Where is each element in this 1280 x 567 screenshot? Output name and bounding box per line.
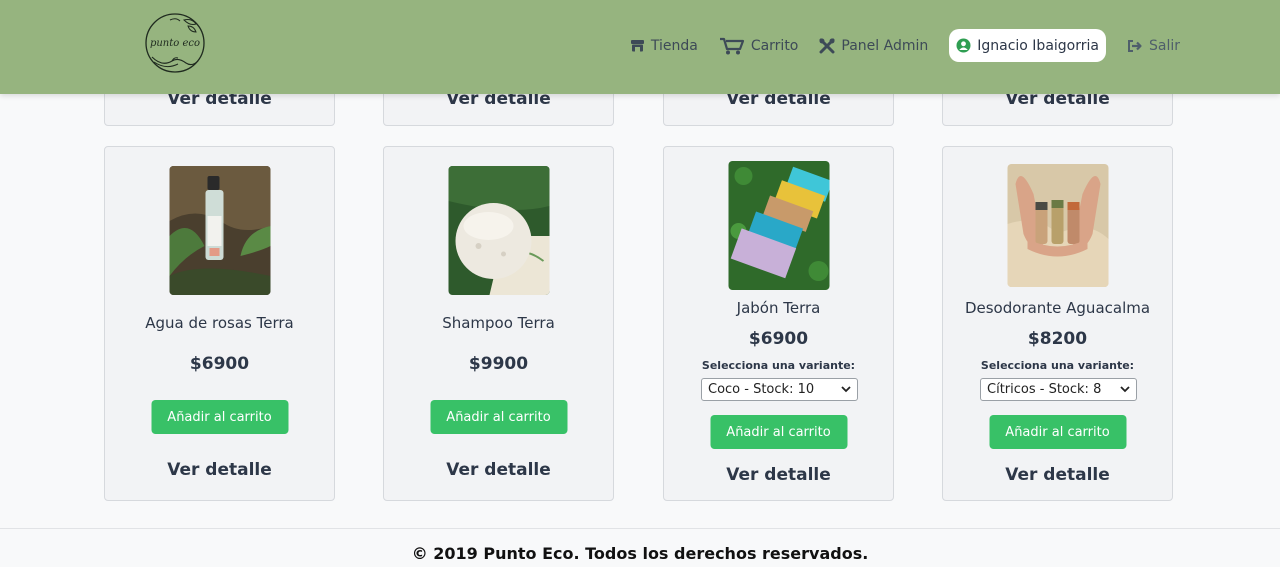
store-icon	[630, 39, 645, 52]
add-to-cart-button[interactable]: Añadir al carrito	[151, 400, 288, 434]
nav-user-profile[interactable]: Ignacio Ibaigorria	[949, 29, 1106, 62]
view-detail-link[interactable]: Ver detalle	[384, 460, 613, 480]
variant-label: Selecciona una variante:	[701, 359, 856, 372]
product-price: $8200	[1027, 329, 1088, 349]
variant-label: Selecciona una variante:	[980, 359, 1135, 372]
add-to-cart-button[interactable]: Añadir al carrito	[430, 400, 567, 434]
nav-shop[interactable]: Tienda	[630, 38, 698, 54]
product-card-deodorant: Desodorante Aguacalma $8200 Selecciona u…	[942, 146, 1173, 501]
view-detail-link[interactable]: Ver detalle	[664, 465, 893, 485]
top-navbar: punto eco Tienda Carrito Panel Admin Ign…	[0, 0, 1280, 94]
tools-icon	[819, 38, 835, 54]
chevron-down-icon	[841, 383, 851, 399]
product-image[interactable]	[169, 166, 270, 295]
product-name: Shampoo Terra	[442, 314, 555, 332]
product-name: Jabón Terra	[736, 299, 821, 317]
product-image[interactable]	[448, 166, 549, 295]
variant-selected-value: Cítricos - Stock: 8	[987, 382, 1102, 397]
product-name: Desodorante Aguacalma	[964, 299, 1151, 317]
add-to-cart-button[interactable]: Añadir al carrito	[710, 415, 847, 449]
product-name: Agua de rosas Terra	[145, 314, 294, 332]
footer-divider	[0, 528, 1280, 529]
view-detail-link[interactable]: Ver detalle	[105, 460, 334, 480]
add-to-cart-button[interactable]: Añadir al carrito	[989, 415, 1126, 449]
chevron-down-icon	[1120, 383, 1130, 399]
view-detail-link[interactable]: Ver detalle	[943, 465, 1172, 485]
user-circle-icon	[956, 38, 971, 53]
product-image[interactable]	[728, 161, 829, 290]
product-price: $9900	[468, 354, 529, 374]
nav-cart-label: Carrito	[750, 37, 799, 54]
variant-select[interactable]: Cítricos - Stock: 8	[980, 378, 1137, 401]
variant-select[interactable]: Coco - Stock: 10	[701, 378, 858, 401]
product-card-soap: Jabón Terra $6900 Selecciona una variant…	[663, 146, 894, 501]
sign-out-icon	[1127, 39, 1143, 53]
nav-user-label: Ignacio Ibaigorria	[977, 37, 1099, 54]
cart-icon	[719, 37, 745, 55]
punto-eco-logo[interactable]: punto eco	[144, 10, 206, 76]
product-card-shampoo: Shampoo Terra $9900 Añadir al carrito Ve…	[383, 146, 614, 501]
footer-copyright: © 2019 Punto Eco. Todos los derechos res…	[411, 544, 869, 563]
product-image[interactable]	[1007, 164, 1108, 287]
nav-admin-label: Panel Admin	[841, 37, 929, 54]
product-price: $6900	[748, 329, 809, 349]
svg-text:punto eco: punto eco	[150, 38, 200, 49]
nav-logout[interactable]: Salir	[1127, 38, 1180, 54]
nav-admin[interactable]: Panel Admin	[819, 38, 928, 54]
product-card-rose-water: Agua de rosas Terra $6900 Añadir al carr…	[104, 146, 335, 501]
product-price: $6900	[189, 354, 250, 374]
nav-logout-label: Salir	[1148, 37, 1180, 54]
nav-cart[interactable]: Carrito	[719, 37, 799, 55]
variant-selected-value: Coco - Stock: 10	[708, 382, 815, 397]
main-nav: Tienda Carrito Panel Admin Ignacio Ibaig…	[609, 29, 1180, 62]
nav-shop-label: Tienda	[650, 37, 698, 54]
